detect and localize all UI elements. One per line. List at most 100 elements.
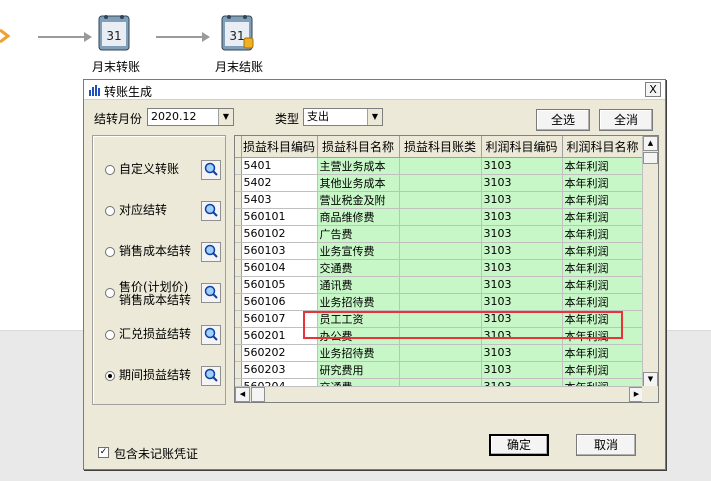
cell-pl-name[interactable]: 业务招待费	[317, 344, 400, 362]
cell-profit-code[interactable]: 3103	[481, 174, 563, 192]
search-icon[interactable]	[201, 201, 221, 221]
table-row[interactable]: 560203 研究费用 3103 本年利润	[235, 361, 644, 379]
cell-pl-name[interactable]: 研究费用	[317, 361, 400, 379]
calendar-transfer-icon[interactable]: 31	[97, 12, 133, 54]
option-sales-cost-transfer[interactable]: 销售成本结转	[99, 241, 223, 265]
option-exchange-gain-loss-transfer[interactable]: 汇兑损益结转	[99, 324, 223, 348]
cell-pl-type[interactable]	[399, 293, 482, 311]
cell-pl-name[interactable]: 主营业务成本	[317, 157, 400, 175]
vertical-scroll-thumb[interactable]	[643, 152, 658, 164]
table-row[interactable]: 560106 业务招待费 3103 本年利润	[235, 293, 644, 311]
table-row[interactable]: 560104 交通费 3103 本年利润	[235, 259, 644, 277]
scroll-down-icon[interactable]: ▼	[643, 372, 658, 387]
option-price-sales-cost-transfer[interactable]: 售价(计划价) 销售成本结转	[99, 281, 223, 307]
cell-pl-name[interactable]: 营业税金及附	[317, 191, 400, 209]
close-button[interactable]: X	[645, 82, 661, 97]
cell-profit-name[interactable]: 本年利润	[562, 225, 644, 243]
cell-profit-code[interactable]: 3103	[481, 293, 563, 311]
cell-profit-name[interactable]: 本年利润	[562, 293, 644, 311]
search-icon[interactable]	[201, 242, 221, 262]
option-custom-transfer[interactable]: 自定义转账	[99, 159, 223, 183]
cell-pl-code[interactable]: 5403	[241, 191, 318, 209]
col-header-pl-type[interactable]: 损益科目账类	[399, 136, 482, 158]
cell-pl-code[interactable]: 5401	[241, 157, 318, 175]
cell-profit-name[interactable]: 本年利润	[562, 191, 644, 209]
cell-pl-type[interactable]	[399, 174, 482, 192]
cell-pl-code[interactable]: 5402	[241, 174, 318, 192]
horizontal-scroll-thumb[interactable]	[251, 387, 265, 402]
cell-profit-code[interactable]: 3103	[481, 276, 563, 294]
cell-pl-code[interactable]: 560106	[241, 293, 318, 311]
scroll-left-icon[interactable]: ◀	[235, 387, 250, 402]
radio-price-sales-cost-transfer[interactable]	[105, 288, 115, 298]
calendar-close-icon[interactable]: 31	[220, 12, 256, 54]
transfer-grid[interactable]: 损益科目编码 损益科目名称 损益科目账类 利润科目编码 利润科目名称 5401 主…	[234, 135, 659, 403]
cell-profit-code[interactable]: 3103	[481, 157, 563, 175]
cell-pl-code[interactable]: 560104	[241, 259, 318, 277]
cell-profit-name[interactable]: 本年利润	[562, 174, 644, 192]
type-select[interactable]: 支出 ▼	[303, 108, 383, 126]
cell-pl-name[interactable]: 广告费	[317, 225, 400, 243]
cell-pl-name[interactable]: 业务招待费	[317, 293, 400, 311]
radio-sales-cost-transfer[interactable]	[105, 247, 115, 257]
flow-label-close[interactable]: 月末结账	[215, 58, 263, 75]
table-row[interactable]: 560101 商品维修费 3103 本年利润	[235, 208, 644, 226]
cell-profit-name[interactable]: 本年利润	[562, 344, 644, 362]
cell-profit-code[interactable]: 3103	[481, 242, 563, 260]
cell-pl-code[interactable]: 560203	[241, 361, 318, 379]
col-header-pl-code[interactable]: 损益科目编码	[241, 136, 318, 158]
table-row[interactable]: 560105 通讯费 3103 本年利润	[235, 276, 644, 294]
cell-pl-name[interactable]: 交通费	[317, 259, 400, 277]
cell-pl-code[interactable]: 560105	[241, 276, 318, 294]
cell-profit-code[interactable]: 3103	[481, 208, 563, 226]
deselect-all-button[interactable]: 全消	[599, 109, 653, 131]
search-icon[interactable]	[201, 283, 221, 303]
cell-profit-code[interactable]: 3103	[481, 191, 563, 209]
table-row[interactable]: 5402 其他业务成本 3103 本年利润	[235, 174, 644, 192]
table-row[interactable]: 560103 业务宣传费 3103 本年利润	[235, 242, 644, 260]
cell-profit-name[interactable]: 本年利润	[562, 259, 644, 277]
cell-pl-code[interactable]: 560101	[241, 208, 318, 226]
cell-pl-type[interactable]	[399, 361, 482, 379]
search-icon[interactable]	[201, 366, 221, 386]
cell-profit-name[interactable]: 本年利润	[562, 242, 644, 260]
cell-pl-type[interactable]	[399, 276, 482, 294]
scroll-up-icon[interactable]: ▲	[643, 136, 658, 151]
col-header-profit-code[interactable]: 利润科目编码	[481, 136, 563, 158]
chevron-down-icon[interactable]: ▼	[367, 109, 382, 125]
horizontal-scrollbar[interactable]: ◀ ▶	[235, 386, 644, 402]
option-corresponding-transfer[interactable]: 对应结转	[99, 200, 223, 224]
cell-profit-code[interactable]: 3103	[481, 259, 563, 277]
col-header-profit-name[interactable]: 利润科目名称	[562, 136, 644, 158]
radio-custom-transfer[interactable]	[105, 165, 115, 175]
cell-profit-name[interactable]: 本年利润	[562, 157, 644, 175]
search-icon[interactable]	[201, 325, 221, 345]
table-row[interactable]: 5401 主营业务成本 3103 本年利润	[235, 157, 644, 175]
month-select[interactable]: 2020.12 ▼	[147, 108, 234, 126]
cell-pl-type[interactable]	[399, 225, 482, 243]
cell-pl-code[interactable]: 560202	[241, 344, 318, 362]
cell-pl-type[interactable]	[399, 344, 482, 362]
cell-pl-name[interactable]: 通讯费	[317, 276, 400, 294]
table-row[interactable]: 560202 业务招待费 3103 本年利润	[235, 344, 644, 362]
radio-period-gain-loss-transfer[interactable]	[105, 371, 115, 381]
radio-exchange-gain-loss-transfer[interactable]	[105, 330, 115, 340]
cell-pl-type[interactable]	[399, 157, 482, 175]
cell-profit-name[interactable]: 本年利润	[562, 276, 644, 294]
cell-profit-name[interactable]: 本年利润	[562, 361, 644, 379]
cell-profit-code[interactable]: 3103	[481, 361, 563, 379]
cell-pl-code[interactable]: 560103	[241, 242, 318, 260]
cell-profit-code[interactable]: 3103	[481, 225, 563, 243]
include-unposted-checkbox[interactable]: ✓	[98, 447, 109, 458]
cell-pl-type[interactable]	[399, 242, 482, 260]
select-all-button[interactable]: 全选	[536, 109, 590, 131]
cell-profit-code[interactable]: 3103	[481, 344, 563, 362]
cancel-button[interactable]: 取消	[576, 434, 636, 456]
cell-pl-type[interactable]	[399, 208, 482, 226]
option-period-gain-loss-transfer[interactable]: 期间损益结转	[99, 365, 223, 389]
radio-corresponding-transfer[interactable]	[105, 206, 115, 216]
cell-pl-name[interactable]: 其他业务成本	[317, 174, 400, 192]
cell-profit-name[interactable]: 本年利润	[562, 208, 644, 226]
col-header-pl-name[interactable]: 损益科目名称	[317, 136, 400, 158]
cell-pl-code[interactable]: 560102	[241, 225, 318, 243]
